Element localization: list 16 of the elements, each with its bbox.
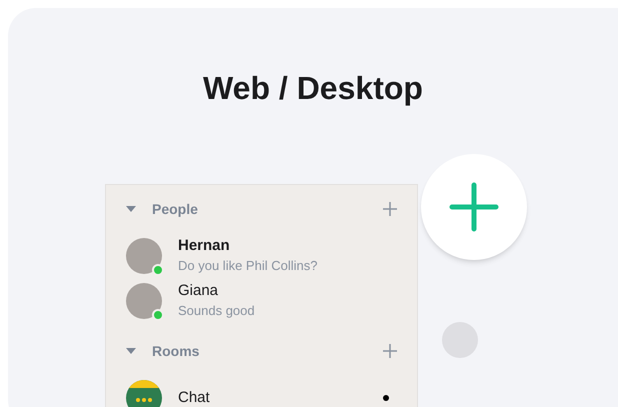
add-icon[interactable] (383, 344, 397, 358)
last-message: Sounds good (178, 302, 256, 320)
chat-room-icon (126, 380, 162, 407)
avatar (126, 282, 162, 318)
contact-name[interactable]: Hernan (178, 236, 397, 256)
contact-name[interactable]: Chat (178, 388, 367, 407)
caret-icon[interactable] (126, 206, 136, 212)
avatar (126, 238, 162, 274)
section-title: People (152, 200, 198, 219)
add-icon (449, 182, 499, 232)
contact-name[interactable]: Giana (178, 280, 397, 300)
last-message: Do you like Phil Collins? (178, 256, 318, 275)
add-icon[interactable] (383, 202, 397, 216)
page-title: Web / Desktop (202, 69, 424, 108)
section-title: Rooms (152, 342, 200, 360)
caret-icon[interactable] (126, 348, 136, 354)
